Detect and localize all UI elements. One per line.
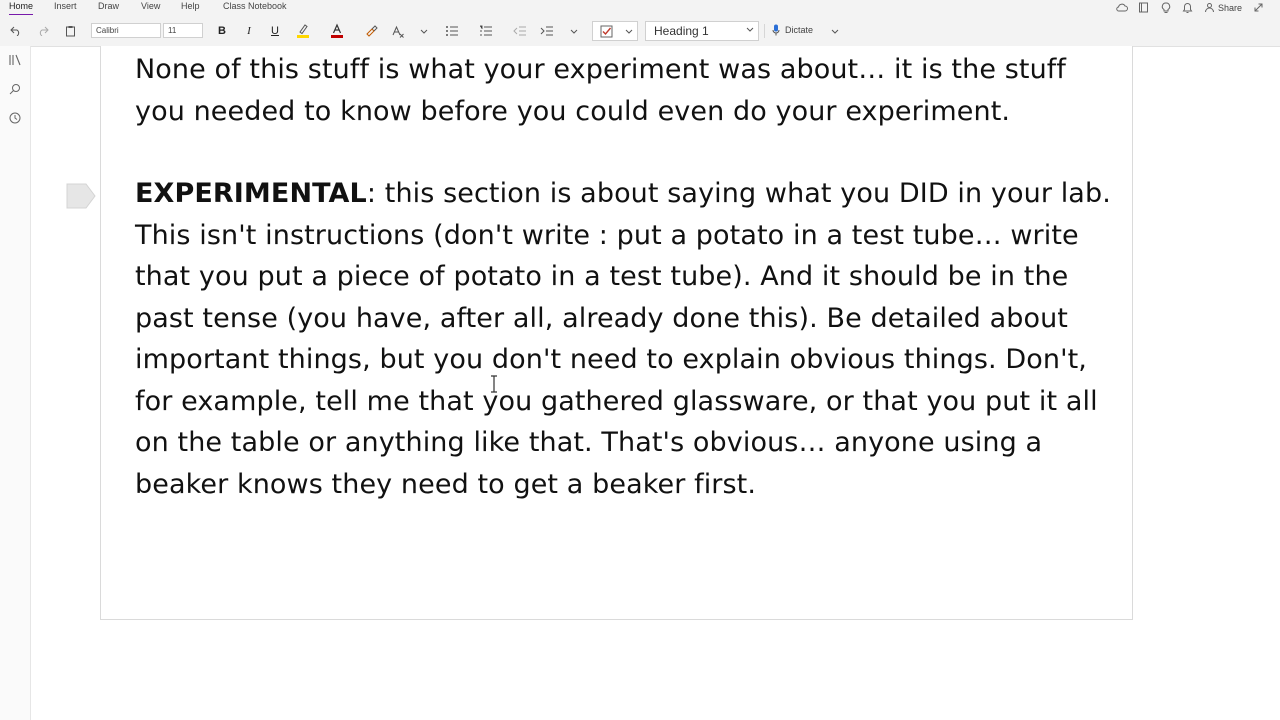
recent-clock-icon[interactable]	[8, 111, 22, 125]
clear-formatting-icon[interactable]	[390, 22, 406, 40]
chevron-down-icon	[625, 29, 633, 34]
bold-icon[interactable]: B	[215, 22, 229, 40]
search-icon[interactable]	[8, 82, 22, 96]
text-cursor-icon	[491, 375, 497, 393]
tab-class-notebook[interactable]: Class Notebook	[223, 1, 287, 11]
microphone-icon	[772, 24, 780, 36]
style-name: Heading 1	[654, 24, 709, 38]
tab-insert[interactable]: Insert	[54, 1, 77, 11]
paragraph-handle-icon[interactable]	[66, 183, 96, 209]
undo-icon[interactable]	[8, 22, 24, 40]
dictate-button[interactable]: Dictate	[772, 24, 813, 36]
increase-indent-icon[interactable]	[539, 22, 555, 40]
tab-help[interactable]: Help	[181, 1, 200, 11]
tab-view[interactable]: View	[141, 1, 160, 11]
sync-status-icon[interactable]	[1116, 2, 1128, 14]
experimental-body: : this section is about saying what you …	[135, 178, 1111, 500]
chevron-down-icon[interactable]	[419, 22, 429, 40]
checkbox-icon	[600, 25, 613, 38]
font-size-field[interactable]: 11	[163, 23, 203, 38]
todo-tag-dropdown[interactable]	[592, 21, 638, 41]
ribbon-toolbar: Calibri 11 B I U Heading 1 Dictate	[0, 15, 1280, 47]
clipboard-icon[interactable]	[62, 22, 78, 40]
tab-draw[interactable]: Draw	[98, 1, 119, 11]
menu-bar: Home Insert Draw View Help Class Noteboo…	[0, 0, 1280, 16]
notebooks-icon[interactable]	[8, 53, 22, 67]
notebook-icon[interactable]	[1138, 2, 1150, 14]
bullets-icon[interactable]	[444, 22, 460, 40]
share-label: Share	[1217, 2, 1242, 13]
share-icon	[1204, 3, 1214, 13]
font-name-field[interactable]: Calibri	[91, 23, 161, 38]
highlighter-icon[interactable]	[295, 22, 311, 40]
share-button[interactable]: Share	[1204, 2, 1242, 13]
note-page[interactable]: None of this stuff is what your experime…	[100, 46, 1133, 620]
dictate-label: Dictate	[785, 25, 814, 35]
numbering-icon[interactable]	[478, 22, 494, 40]
redo-icon[interactable]	[35, 22, 51, 40]
font-color-icon[interactable]	[329, 22, 345, 40]
experimental-heading: EXPERIMENTAL	[135, 178, 367, 209]
bell-icon[interactable]	[1182, 2, 1194, 14]
separator	[764, 24, 765, 38]
format-painter-icon[interactable]	[363, 22, 379, 40]
top-right-toolbar: Share	[1116, 0, 1264, 15]
chevron-down-icon	[746, 27, 754, 32]
italic-icon[interactable]: I	[242, 22, 256, 40]
decrease-indent-icon[interactable]	[512, 22, 528, 40]
tab-home[interactable]: Home	[9, 1, 34, 16]
intro-paragraph[interactable]: None of this stuff is what your experime…	[135, 49, 1115, 132]
underline-icon[interactable]: U	[268, 22, 282, 40]
lightbulb-icon[interactable]	[1160, 2, 1172, 14]
chevron-down-icon[interactable]	[830, 22, 840, 40]
chevron-down-icon[interactable]	[569, 22, 579, 40]
paragraph-style-dropdown[interactable]: Heading 1	[645, 21, 759, 41]
navigation-rail	[0, 46, 31, 720]
experimental-paragraph[interactable]: EXPERIMENTAL: this section is about sayi…	[135, 173, 1115, 505]
expand-icon[interactable]	[1252, 2, 1264, 14]
